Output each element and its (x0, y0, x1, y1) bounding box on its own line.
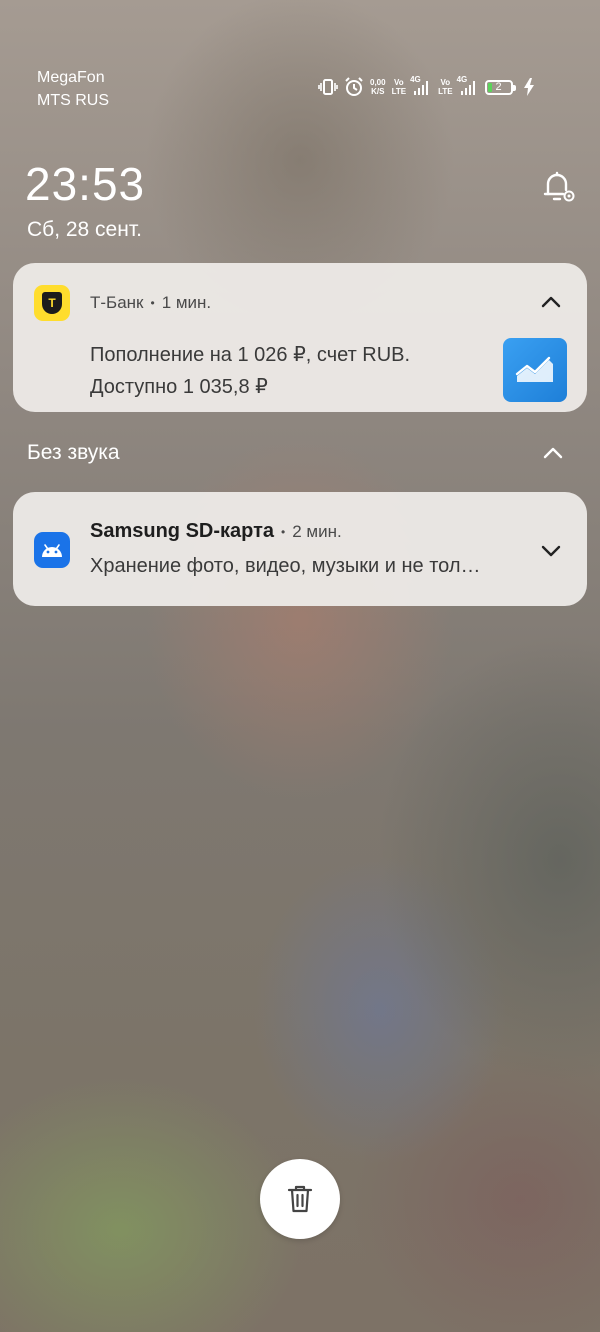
notification-body: Пополнение на 1 026 ₽, счет RUB. Доступн… (90, 339, 410, 403)
expand-button[interactable] (536, 536, 566, 566)
chevron-down-icon (541, 545, 561, 557)
clear-all-button[interactable] (260, 1159, 340, 1239)
notification-title: Samsung SD-карта (90, 520, 275, 542)
volte-1-indicator: Vo LTE (392, 78, 407, 96)
network-speed-value: 0,00 (370, 78, 386, 87)
battery-level: 2 (495, 81, 502, 93)
notification-header: Т-Банк • 1 мин. (90, 293, 211, 313)
notification-line-2: Доступно 1 035,8 ₽ (90, 376, 268, 398)
lockscreen-date: Сб, 28 сент. (27, 218, 142, 241)
notification-header: Samsung SD-карта • 2 мин. (90, 520, 342, 543)
silent-section-collapse-button[interactable] (538, 438, 568, 468)
separator-dot: • (150, 296, 155, 310)
notification-thumbnail (503, 338, 567, 402)
vibrate-icon (318, 78, 338, 96)
separator-dot: • (281, 524, 286, 539)
network-1-label: 4G (410, 75, 421, 84)
alarm-icon (344, 77, 364, 97)
carrier-info: MegaFon MTS RUS (37, 66, 109, 112)
volte-1-label: Vo (394, 78, 404, 87)
carrier-1: MegaFon (37, 69, 105, 86)
lockscreen-clock: 23:53 (25, 158, 146, 210)
notification-time: 2 мин. (292, 521, 342, 541)
notification-time: 1 мин. (161, 293, 212, 312)
signal-1: 4G (410, 75, 432, 97)
volte-2-indicator: Vo LTE (438, 78, 453, 96)
android-app-icon (34, 532, 70, 568)
chart-trend-icon (515, 356, 553, 382)
trash-icon (287, 1185, 313, 1213)
carrier-2: MTS RUS (37, 92, 109, 109)
tbank-logo: Т (42, 292, 62, 314)
status-icons: 0,00 K/S Vo LTE 4G Vo LTE 4G 2 (318, 75, 535, 98)
notification-card-tbank[interactable]: Т Т-Банк • 1 мин. Пополнение на 1 026 ₽,… (13, 263, 587, 412)
network-speed-unit: K/S (371, 87, 385, 96)
android-robot-icon (42, 544, 62, 557)
silent-section-label: Без звука (27, 441, 120, 464)
chevron-up-icon (541, 296, 561, 308)
signal-2: 4G (456, 75, 479, 97)
chevron-up-icon (543, 447, 563, 459)
notification-settings-button[interactable] (538, 166, 578, 206)
volte-2-sub: LTE (438, 87, 453, 96)
network-2-label: 4G (456, 75, 468, 84)
notification-text: Хранение фото, видео, музыки и не тол… (90, 555, 481, 577)
charging-icon (523, 78, 535, 96)
volte-1-sub: LTE (391, 87, 407, 96)
collapse-button[interactable] (536, 287, 566, 317)
tbank-app-icon: Т (34, 285, 70, 321)
notification-app-name: Т-Банк (90, 293, 144, 312)
volte-2-label: Vo (440, 78, 451, 87)
status-bar: MegaFon MTS RUS 0,00 K/S Vo LTE 4G Vo LT… (0, 0, 600, 120)
notification-card-samsung-sd[interactable]: Samsung SD-карта • 2 мин. Хранение фото,… (13, 492, 587, 606)
network-speed: 0,00 K/S (370, 78, 386, 96)
bell-settings-icon (543, 171, 575, 202)
battery-icon: 2 (484, 79, 516, 95)
notification-line-1: Пополнение на 1 026 ₽, счет RUB. (90, 344, 411, 366)
